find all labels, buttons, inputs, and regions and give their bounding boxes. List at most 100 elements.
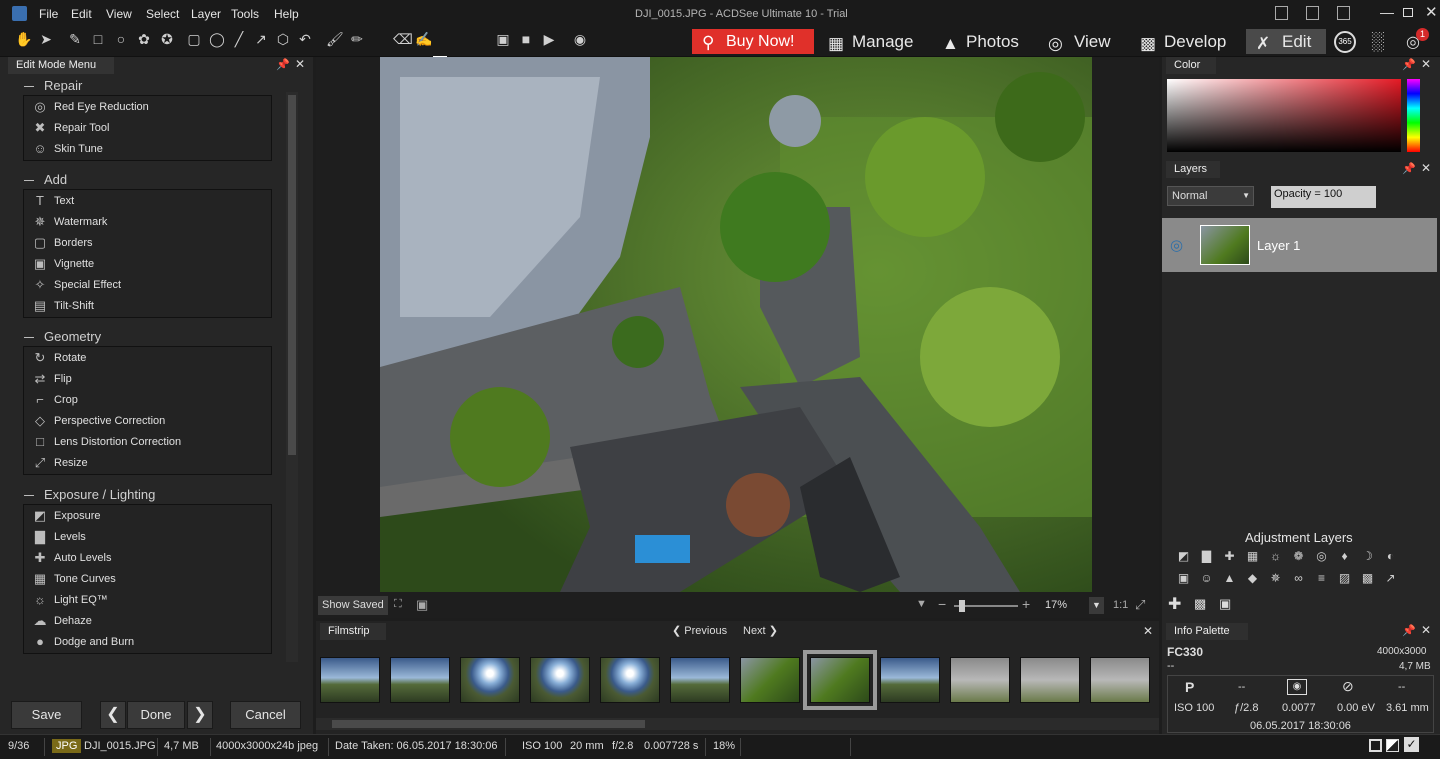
histogram-icon[interactable]: ▣ <box>416 597 428 613</box>
collapse-icon[interactable] <box>24 180 34 181</box>
photo-filter-adj-icon[interactable]: ▣ <box>1176 571 1191 586</box>
menu-edit[interactable]: Edit <box>71 7 92 21</box>
blend-mode-select[interactable]: Normal ▼ <box>1167 186 1254 206</box>
arrow-line-icon[interactable]: ↗ <box>253 31 269 47</box>
zoom-menu-button[interactable]: ▼ <box>1089 597 1104 614</box>
tool-item[interactable]: ✖ Repair Tool <box>32 119 110 137</box>
color-tab[interactable]: Color <box>1166 57 1216 74</box>
layers-close-icon[interactable]: ✕ <box>1421 161 1431 175</box>
group-title[interactable]: Repair <box>44 78 82 93</box>
selection-brush-icon[interactable]: □ <box>90 31 106 47</box>
magic-select-icon[interactable]: ✎ <box>67 31 83 47</box>
collapse-icon[interactable] <box>24 337 34 338</box>
filmstrip-tab[interactable]: Filmstrip <box>320 623 386 640</box>
auto-levels-adj-icon[interactable]: ✚ <box>1222 549 1237 564</box>
filmstrip-thumbnail[interactable] <box>950 657 1010 703</box>
noise-adj-icon[interactable]: ◆ <box>1245 571 1260 586</box>
done-button[interactable]: Done <box>127 701 185 729</box>
tilt-adj-icon[interactable]: ▩ <box>1360 571 1375 586</box>
filmstrip-scroll-thumb[interactable] <box>332 720 645 728</box>
menu-tools[interactable]: Tools <box>231 7 259 21</box>
tool-item[interactable]: ✵ Watermark <box>32 213 108 231</box>
record-icon[interactable]: ▣ <box>495 31 511 47</box>
light-eq-adj-icon[interactable]: ☼ <box>1268 549 1283 564</box>
zoom-in-icon[interactable]: + <box>1022 596 1030 612</box>
tool-item[interactable]: ✚ Auto Levels <box>32 549 112 567</box>
circle-icon[interactable]: ◯ <box>209 31 225 47</box>
maximize-icon[interactable] <box>1403 8 1413 17</box>
view-mode-button[interactable]: ◎ View <box>1044 29 1111 54</box>
minimize-icon[interactable]: — <box>1380 4 1394 20</box>
tool-item[interactable]: ☺ Skin Tune <box>32 140 103 158</box>
rectangle-icon[interactable]: ▢ <box>186 31 202 47</box>
actions-icon[interactable]: ◉ <box>572 31 588 47</box>
acdsee-365-button[interactable]: 365 <box>1334 31 1356 53</box>
filmstrip-thumbnail[interactable] <box>460 657 520 703</box>
layer-mask-icon[interactable]: ▣ <box>1219 596 1231 612</box>
tool-item[interactable]: ✧ Special Effect <box>32 276 122 294</box>
wand-select-icon[interactable]: ✪ <box>159 31 175 47</box>
color-wheel-adj-icon[interactable]: ◎ <box>1314 549 1329 564</box>
polygon-icon[interactable]: ⬡ <box>275 31 291 47</box>
color-eq-adj-icon[interactable]: ❁ <box>1291 549 1306 564</box>
curve-icon[interactable]: ↶ <box>297 31 313 47</box>
zoom-value[interactable]: 17% <box>1045 599 1067 611</box>
tool-item[interactable]: ◩ Exposure <box>32 507 101 525</box>
filmstrip-next-button[interactable]: Next ❯ <box>743 624 778 637</box>
pencil-icon[interactable]: ✏ <box>349 31 365 47</box>
edit-mode-button[interactable]: ✗ Edit <box>1246 29 1326 54</box>
tool-item[interactable]: ⇄ Flip <box>32 370 72 388</box>
tool-item[interactable]: ▤ Tilt-Shift <box>32 297 94 315</box>
hue-slider[interactable] <box>1407 79 1420 152</box>
view-split-icon[interactable] <box>1386 739 1399 752</box>
exposure-adj-icon[interactable]: ◩ <box>1176 549 1191 564</box>
edit-mode-menu-tab[interactable]: Edit Mode Menu <box>8 57 114 74</box>
layout-icon[interactable] <box>1275 6 1288 20</box>
info-close-icon[interactable]: ✕ <box>1421 623 1431 637</box>
fit-icon[interactable]: ⤢ <box>1135 597 1145 613</box>
tool-item[interactable]: ⤢ Resize <box>32 454 88 472</box>
close-icon[interactable]: ✕ <box>1425 3 1438 21</box>
filmstrip-thumbnail[interactable] <box>1090 657 1150 703</box>
show-saved-button[interactable]: Show Saved <box>318 596 388 615</box>
save-button[interactable]: Save <box>11 701 82 729</box>
zoom-out-icon[interactable]: − <box>938 596 946 612</box>
filmstrip-thumbnail[interactable] <box>390 657 450 703</box>
group-title[interactable]: Geometry <box>44 329 101 344</box>
tool-item[interactable]: ◇ Perspective Correction <box>32 412 165 430</box>
group-title[interactable]: Exposure / Lighting <box>44 487 155 502</box>
image-canvas[interactable] <box>316 57 1159 594</box>
actual-size-label[interactable]: 1:1 <box>1113 599 1128 611</box>
stop-icon[interactable]: ■ <box>518 31 534 47</box>
manage-mode-button[interactable]: ▦ Manage <box>824 29 913 54</box>
tool-item[interactable]: ▣ Vignette <box>32 255 94 273</box>
group-title[interactable]: Add <box>44 172 67 187</box>
line-icon[interactable]: ╱ <box>231 31 247 47</box>
pin-icon[interactable]: 📌 <box>276 58 290 71</box>
fullscreen-icon[interactable]: ⛶ <box>394 598 402 611</box>
filmstrip-thumbnail[interactable] <box>1020 657 1080 703</box>
notifications-button[interactable]: ◎ 1 <box>1406 28 1429 52</box>
tool-item[interactable]: ▦ Tone Curves <box>32 570 116 588</box>
tool-item[interactable]: □ Lens Distortion Correction <box>32 433 181 451</box>
hand-icon[interactable]: ✋ <box>15 31 32 47</box>
menu-file[interactable]: File <box>39 7 58 21</box>
dashboard-icon[interactable]: ░ <box>1371 31 1384 52</box>
app-icon[interactable] <box>12 6 27 21</box>
menu-layer[interactable]: Layer <box>191 7 221 21</box>
buy-now-button[interactable]: ⚲ Buy Now! <box>692 29 814 54</box>
add-layer-icon[interactable]: ✚ <box>1168 594 1181 614</box>
curves-adj-icon[interactable]: ▦ <box>1245 549 1260 564</box>
grayscale-adj-icon[interactable]: ▨ <box>1337 571 1352 586</box>
visibility-eye-icon[interactable]: ◎ <box>1170 236 1183 254</box>
menu-select[interactable]: Select <box>146 7 179 21</box>
zoom-slider-thumb[interactable] <box>959 600 965 612</box>
sharpen-adj-icon[interactable]: ▲ <box>1222 571 1237 586</box>
cross-process-adj-icon[interactable]: ≡ <box>1314 571 1329 586</box>
play-icon[interactable]: ▶ <box>541 31 557 47</box>
filmstrip-thumbnail[interactable] <box>740 657 800 703</box>
layers-pin-icon[interactable]: 📌 <box>1402 162 1416 175</box>
opacity-field[interactable]: Opacity = 100 <box>1271 186 1376 208</box>
eraser-icon[interactable]: ⌫ <box>393 31 413 47</box>
previous-button[interactable]: ❮ <box>100 701 126 729</box>
